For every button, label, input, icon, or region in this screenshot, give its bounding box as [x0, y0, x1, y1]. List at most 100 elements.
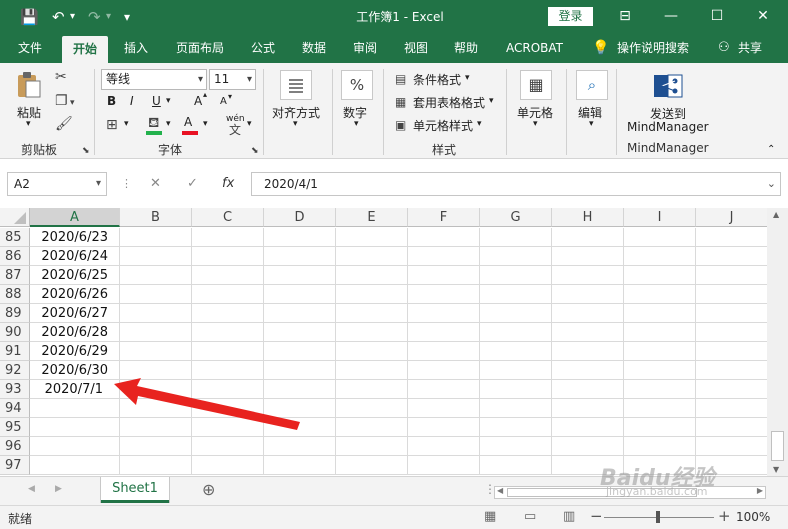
name-box[interactable]: A2 ▾	[7, 172, 107, 196]
enter-icon[interactable]: ✓	[187, 172, 198, 196]
undo-icon[interactable]: ↶	[52, 6, 65, 28]
redo-dropdown-icon[interactable]: ▾	[106, 6, 111, 28]
tab-acrobat[interactable]: ACROBAT	[506, 33, 563, 63]
mindmanager-icon[interactable]	[652, 71, 684, 101]
font-size-value: 11	[214, 72, 230, 86]
formula-input[interactable]: 2020/4/1 ⌄	[251, 172, 781, 196]
scroll-thumb[interactable]	[771, 431, 784, 461]
conditional-format-button[interactable]: 条件格式	[413, 71, 461, 88]
status-ready: 就绪	[8, 512, 33, 526]
table-format-button[interactable]: 套用表格格式	[413, 94, 485, 111]
cells-dropdown-icon[interactable]: ▾	[533, 119, 538, 129]
tab-file[interactable]: 文件	[18, 33, 42, 63]
tell-me-search[interactable]: 操作说明搜索	[617, 33, 689, 63]
number-dropdown-icon[interactable]: ▾	[354, 119, 359, 129]
tab-page-layout[interactable]: 页面布局	[176, 33, 224, 63]
borders-dropdown-icon[interactable]: ▾	[124, 119, 129, 129]
scroll-down-icon[interactable]: ▼	[773, 465, 779, 474]
alignment-button-box[interactable]	[280, 70, 312, 100]
tab-insert[interactable]: 插入	[124, 33, 148, 63]
copy-dropdown-icon[interactable]: ▾	[70, 95, 75, 111]
font-launcher-icon[interactable]: ⬊	[251, 143, 259, 159]
shrink-font-button[interactable]: A	[220, 96, 227, 107]
font-size-select[interactable]: 11 ▾	[209, 69, 256, 90]
tab-formulas[interactable]: 公式	[251, 33, 275, 63]
scroll-up-icon[interactable]: ▲	[773, 210, 779, 219]
table-format-dropdown-icon[interactable]: ▾	[489, 96, 494, 106]
name-box-value: A2	[14, 177, 30, 191]
save-icon[interactable]: 💾	[20, 6, 39, 28]
underline-dropdown-icon[interactable]: ▾	[166, 96, 171, 106]
cut-icon[interactable]: ✂	[55, 69, 67, 85]
user-icon: ⚇	[718, 40, 730, 55]
expand-formula-icon[interactable]: ⌄	[767, 173, 776, 195]
fill-color-dropdown-icon[interactable]: ▾	[166, 119, 171, 129]
underline-button[interactable]: U	[152, 94, 161, 108]
undo-dropdown-icon[interactable]: ▾	[70, 6, 75, 28]
add-sheet-icon[interactable]: ⊕	[202, 480, 215, 499]
normal-view-icon[interactable]: ▦	[484, 509, 496, 524]
zoom-slider-thumb[interactable]	[656, 511, 660, 523]
send-to-mindmanager-label[interactable]: MindManager	[627, 120, 709, 134]
cell-style-icon: ▣	[395, 118, 407, 132]
maximize-button[interactable]: ☐	[694, 0, 740, 33]
tab-view[interactable]: 视图	[404, 33, 428, 63]
styles-group-label: 样式	[432, 143, 457, 157]
paste-icon[interactable]	[16, 71, 42, 99]
tab-data[interactable]: 数据	[302, 33, 326, 63]
conditional-format-dropdown-icon[interactable]: ▾	[465, 73, 470, 83]
vertical-scrollbar[interactable]: ▲ ▼	[767, 208, 788, 476]
ribbon-tabs: 文件 开始 插入 页面布局 公式 数据 审阅 视图 帮助 ACROBAT 💡 操…	[0, 33, 788, 63]
grow-font-button[interactable]: A	[194, 94, 202, 108]
borders-icon[interactable]: ⊞	[106, 117, 118, 133]
sheet-tab-sheet1[interactable]: Sheet1	[101, 477, 169, 503]
page-break-view-icon[interactable]: ▥	[563, 509, 575, 524]
tab-home[interactable]: 开始	[62, 36, 109, 63]
paste-dropdown-icon[interactable]: ▾	[26, 119, 31, 129]
font-group-label: 字体	[158, 143, 183, 157]
editing-dropdown-icon[interactable]: ▾	[589, 119, 594, 129]
phonetic-dropdown-icon[interactable]: ▾	[247, 119, 252, 129]
chevron-down-icon[interactable]: ▾	[96, 173, 101, 195]
share-button[interactable]: 共享	[738, 33, 762, 63]
worksheet-grid: ABCDEFGHIJ 85 2020/6/23 86 2020/6/24 87 2020/…	[0, 208, 768, 476]
scroll-left-icon[interactable]: ◀	[497, 486, 503, 495]
search-icon[interactable]: ⌕	[576, 70, 608, 100]
scroll-right-icon[interactable]: ▶	[757, 486, 763, 495]
ribbon-display-options-icon[interactable]: ⊟	[602, 0, 648, 33]
chevron-down-icon: ▾	[197, 74, 203, 85]
clipboard-launcher-icon[interactable]: ⬊	[82, 143, 90, 159]
close-button[interactable]: ✕	[740, 0, 786, 33]
minimize-button[interactable]: —	[648, 0, 694, 33]
next-sheet-icon[interactable]: ▶	[55, 484, 62, 494]
cancel-icon[interactable]: ✕	[150, 172, 161, 196]
tab-help[interactable]: 帮助	[454, 33, 478, 63]
insert-function-icon[interactable]: fx	[222, 172, 234, 196]
login-button[interactable]: 登录	[548, 7, 593, 26]
font-color-button[interactable]: A	[184, 115, 192, 129]
zoom-out-button[interactable]: −	[590, 507, 603, 525]
zoom-level[interactable]: 100%	[736, 510, 770, 524]
copy-icon[interactable]: ❐	[55, 93, 68, 109]
italic-button[interactable]: I	[130, 94, 134, 108]
prev-sheet-icon[interactable]: ◀	[28, 484, 35, 494]
fill-color-icon[interactable]: ⛾	[148, 115, 159, 131]
font-name-select[interactable]: 等线 ▾	[101, 69, 207, 90]
cells-icon[interactable]: ▦	[520, 70, 552, 100]
zoom-in-button[interactable]: +	[718, 507, 731, 525]
cell-style-button[interactable]: 单元格样式	[413, 117, 473, 134]
alignment-dropdown-icon[interactable]: ▾	[293, 119, 298, 129]
font-color-dropdown-icon[interactable]: ▾	[203, 119, 208, 129]
page-layout-view-icon[interactable]: ▭	[524, 509, 536, 524]
tab-review[interactable]: 审阅	[353, 33, 377, 63]
cell-style-dropdown-icon[interactable]: ▾	[477, 119, 482, 129]
collapse-ribbon-icon[interactable]: ⌃	[767, 144, 775, 155]
formula-value: 2020/4/1	[264, 177, 318, 191]
customize-toolbar-icon[interactable]: ▾	[124, 6, 130, 28]
format-painter-icon[interactable]: 🖌	[55, 116, 73, 132]
bold-button[interactable]: B	[107, 94, 116, 108]
chevron-down-icon: ▾	[246, 74, 252, 85]
percent-icon[interactable]: %	[341, 70, 373, 100]
redo-icon[interactable]: ↷	[88, 6, 101, 28]
font-name-value: 等线	[106, 72, 131, 86]
